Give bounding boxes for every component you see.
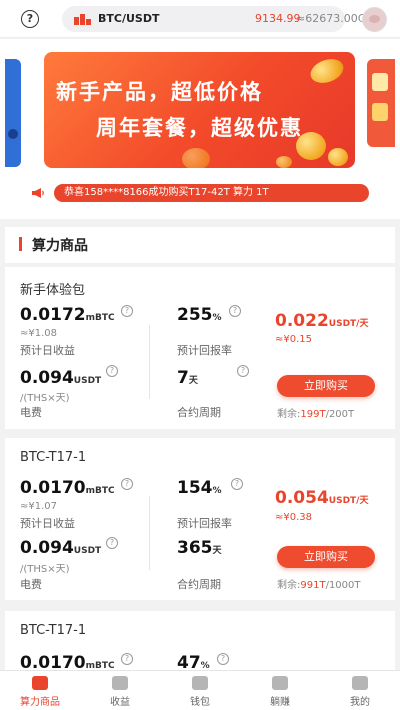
banner-prev-slide[interactable]	[5, 59, 21, 167]
help-icon[interactable]: ?	[229, 305, 241, 317]
product-card[interactable]: BTC-T17-1 0.0170mBTC ? ≈¥1.07 预计日收益 0.09…	[5, 438, 395, 600]
divider	[149, 325, 150, 399]
daily-income-label: 预计日收益	[20, 344, 75, 357]
return-rate-value: 154%	[177, 478, 222, 498]
earn-icon	[272, 676, 288, 690]
avatar[interactable]	[362, 7, 387, 32]
btc-logo-icon	[74, 14, 91, 25]
coin-icon	[307, 54, 347, 88]
help-icon[interactable]: ?	[121, 653, 133, 665]
nav-label: 算力商品	[20, 697, 60, 708]
nav-item-products[interactable]: 算力商品	[0, 671, 80, 710]
daily-income-value: 0.0170mBTC	[20, 478, 115, 498]
nav-item-profile[interactable]: 我的	[320, 671, 400, 710]
help-icon[interactable]: ?	[121, 478, 133, 490]
electricity-sub: /(THS×天)	[20, 564, 70, 575]
megaphone-icon	[32, 188, 44, 198]
user-icon	[352, 676, 368, 690]
help-icon[interactable]: ?	[121, 305, 133, 317]
price-value: 0.022USDT/天	[275, 311, 369, 331]
daily-income-cny: ≈¥1.07	[20, 501, 58, 512]
nav-label: 收益	[110, 697, 130, 708]
price-cny: ≈¥0.15	[275, 334, 313, 345]
return-rate-label: 预计回报率	[177, 517, 232, 530]
contract-period-value: 7天	[177, 368, 198, 388]
buy-now-button[interactable]: 立即购买	[277, 375, 375, 397]
product-card[interactable]: 新手体验包 0.0172mBTC ? ≈¥1.08 预计日收益 0.094USD…	[5, 267, 395, 429]
price-cny: ≈¥0.38	[275, 512, 313, 523]
help-icon[interactable]: ?	[21, 10, 39, 28]
coin-icon	[328, 148, 348, 166]
contract-period-value: 365天	[177, 538, 222, 558]
layers-icon	[32, 676, 48, 690]
electricity-label: 电费	[20, 406, 42, 419]
electricity-value: 0.094USDT	[20, 538, 102, 558]
banner-headline: 新手产品，超低价格	[56, 80, 263, 104]
return-rate-label: 预计回报率	[177, 344, 232, 357]
remaining-stock: 剩余:991T/1000T	[277, 580, 361, 591]
product-title: 新手体验包	[20, 283, 86, 298]
banner-next-slide[interactable]	[367, 59, 395, 147]
nav-item-earn[interactable]: 躺赚	[240, 671, 320, 710]
price-ticker[interactable]: BTC/USDT 9134.99 ≈62673.00CNY	[62, 6, 380, 32]
promo-banner[interactable]: 新手产品，超低价格 周年套餐，超级优惠	[44, 52, 355, 168]
return-rate-value: 47%	[177, 653, 210, 670]
product-title: BTC-T17-1	[20, 450, 87, 465]
help-icon[interactable]: ?	[106, 365, 118, 377]
remaining-stock: 剩余:199T/200T	[277, 409, 355, 420]
help-icon[interactable]: ?	[231, 478, 243, 490]
section-title: 算力商品	[32, 238, 88, 254]
coin-icon	[276, 156, 292, 168]
section-accent-bar	[19, 237, 22, 251]
electricity-value: 0.094USDT	[20, 368, 102, 388]
ticker-pair: BTC/USDT	[98, 12, 160, 25]
daily-income-value: 0.0172mBTC	[20, 305, 115, 325]
electricity-sub: /(THS×天)	[20, 393, 70, 404]
income-icon	[112, 676, 128, 690]
return-rate-value: 255%	[177, 305, 222, 325]
daily-income-cny: ≈¥1.08	[20, 328, 58, 339]
help-icon[interactable]: ?	[237, 365, 249, 377]
nav-label: 钱包	[190, 697, 210, 708]
top-bar: ? BTC/USDT 9134.99 ≈62673.00CNY	[0, 0, 400, 38]
wallet-icon	[192, 676, 208, 690]
bottom-nav: 算力商品 收益 钱包 躺赚 我的	[0, 670, 400, 710]
electricity-label: 电费	[20, 578, 42, 591]
contract-period-label: 合约周期	[177, 406, 221, 419]
divider	[149, 496, 150, 570]
purchase-notice: 恭喜158****8166成功购买T17-42T 算力 1T	[54, 184, 369, 202]
buy-now-button[interactable]: 立即购买	[277, 546, 375, 568]
help-icon[interactable]: ?	[106, 537, 118, 549]
section-header: 算力商品	[5, 227, 395, 263]
product-title: BTC-T17-1	[20, 623, 87, 638]
ticker-price: 9134.99	[255, 12, 301, 25]
nav-label: 躺赚	[270, 697, 290, 708]
daily-income-label: 预计日收益	[20, 517, 75, 530]
product-card[interactable]: BTC-T17-1 0.0170mBTC ? 47% ?	[5, 611, 395, 670]
contract-period-label: 合约周期	[177, 578, 221, 591]
nav-label: 我的	[350, 697, 370, 708]
price-value: 0.054USDT/天	[275, 488, 369, 508]
daily-income-value: 0.0170mBTC	[20, 653, 115, 670]
nav-item-wallet[interactable]: 钱包	[160, 671, 240, 710]
nav-item-income[interactable]: 收益	[80, 671, 160, 710]
banner-subheadline: 周年套餐，超级优惠	[96, 116, 303, 140]
help-icon[interactable]: ?	[217, 653, 229, 665]
coin-icon	[182, 148, 210, 168]
